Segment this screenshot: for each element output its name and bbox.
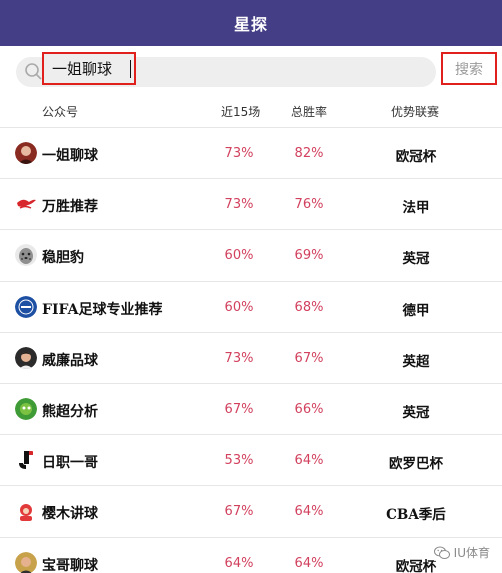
strong-league: 德甲: [402, 302, 430, 319]
search-input[interactable]: [42, 52, 136, 85]
account-name: 稳胆豹: [42, 250, 84, 267]
account-list: 一姐聊球 73% 82% 欧冠杯 万胜推荐 73% 76% 法甲 稳胆豹 60%…: [0, 128, 502, 573]
winged-logo-icon: [15, 193, 37, 216]
table-row[interactable]: FIFA足球专业推荐 60% 68% 德甲: [0, 282, 502, 333]
total-win-rate: 64%: [294, 453, 324, 469]
table-row[interactable]: 稳胆豹 60% 69% 英冠: [0, 230, 502, 282]
total-win-rate: 82%: [294, 146, 324, 161]
recent-win-rate: 67%: [224, 401, 254, 417]
strong-league: 法甲: [402, 200, 430, 217]
account-name: 熊超分析: [42, 403, 98, 420]
account-name: 宝哥聊球: [42, 557, 98, 573]
watermark-text: IU体育: [453, 546, 490, 560]
strong-league: 欧罗巴杯: [389, 456, 443, 473]
table-row[interactable]: 威廉品球 73% 67% 英超: [0, 333, 502, 384]
strong-league: 英冠: [402, 404, 430, 421]
strong-league: 英超: [402, 353, 430, 370]
fifa-logo-icon: [15, 295, 37, 318]
table-row[interactable]: 熊超分析 67% 66% 英冠: [0, 384, 502, 436]
total-win-rate: 76%: [294, 197, 324, 213]
total-win-rate: 67%: [294, 350, 324, 366]
recent-win-rate: 64%: [224, 555, 254, 571]
column-header-win-rate: 总胜率: [291, 105, 328, 119]
recent-win-rate: 73%: [224, 146, 254, 161]
account-name: 日职一哥: [42, 455, 98, 472]
total-win-rate: 64%: [294, 504, 324, 520]
table-row[interactable]: 一姐聊球 73% 82% 欧冠杯: [0, 128, 502, 180]
portrait-avatar-icon: [15, 142, 37, 164]
watermark: IU体育: [433, 544, 490, 561]
total-win-rate: 64%: [294, 555, 324, 571]
account-name: 万胜推荐: [42, 199, 98, 216]
j-league-logo-icon: [15, 449, 37, 472]
table-row[interactable]: 万胜推荐 73% 76% 法甲: [0, 179, 502, 231]
recent-win-rate: 60%: [224, 299, 254, 315]
table-row[interactable]: 宝哥聊球 64% 64% 欧冠杯: [0, 538, 502, 573]
page-title: 星探: [233, 15, 268, 34]
column-header-recent: 近15场: [221, 105, 261, 119]
column-header-account: 公众号: [42, 105, 79, 119]
recent-win-rate: 53%: [224, 453, 254, 469]
total-win-rate: 68%: [294, 299, 324, 315]
strong-league: 欧冠杯: [395, 149, 437, 165]
recent-win-rate: 73%: [224, 350, 254, 366]
strong-league: CBA季后: [386, 507, 446, 524]
strong-league: 英冠: [402, 251, 430, 268]
text-cursor: [130, 60, 131, 78]
table-header: 公众号 近15场 总胜率 优势联赛: [0, 98, 502, 128]
account-name: 樱木讲球: [42, 506, 98, 523]
table-row[interactable]: 日职一哥 53% 64% 欧罗巴杯: [0, 435, 502, 487]
app-header: 星探: [0, 0, 502, 46]
account-name: FIFA足球专业推荐: [42, 301, 163, 318]
total-win-rate: 69%: [294, 248, 324, 264]
recent-win-rate: 60%: [224, 248, 254, 264]
account-name: 威廉品球: [42, 352, 98, 369]
portrait-avatar-icon: [15, 346, 37, 369]
total-win-rate: 66%: [294, 401, 324, 417]
portrait-avatar-icon: [15, 551, 37, 573]
search-bar: 搜索: [0, 46, 502, 98]
red-character-icon: [15, 500, 37, 523]
search-icon: [25, 63, 42, 80]
recent-win-rate: 67%: [224, 504, 254, 520]
search-button[interactable]: 搜索: [441, 52, 497, 85]
account-name: 一姐聊球: [42, 148, 98, 164]
leopard-icon: [15, 244, 37, 267]
recent-win-rate: 73%: [224, 197, 254, 213]
wechat-icon: [433, 546, 450, 559]
table-row[interactable]: 樱木讲球 67% 64% CBA季后: [0, 486, 502, 538]
column-header-league: 优势联赛: [391, 105, 440, 119]
green-ball-icon: [15, 397, 37, 420]
